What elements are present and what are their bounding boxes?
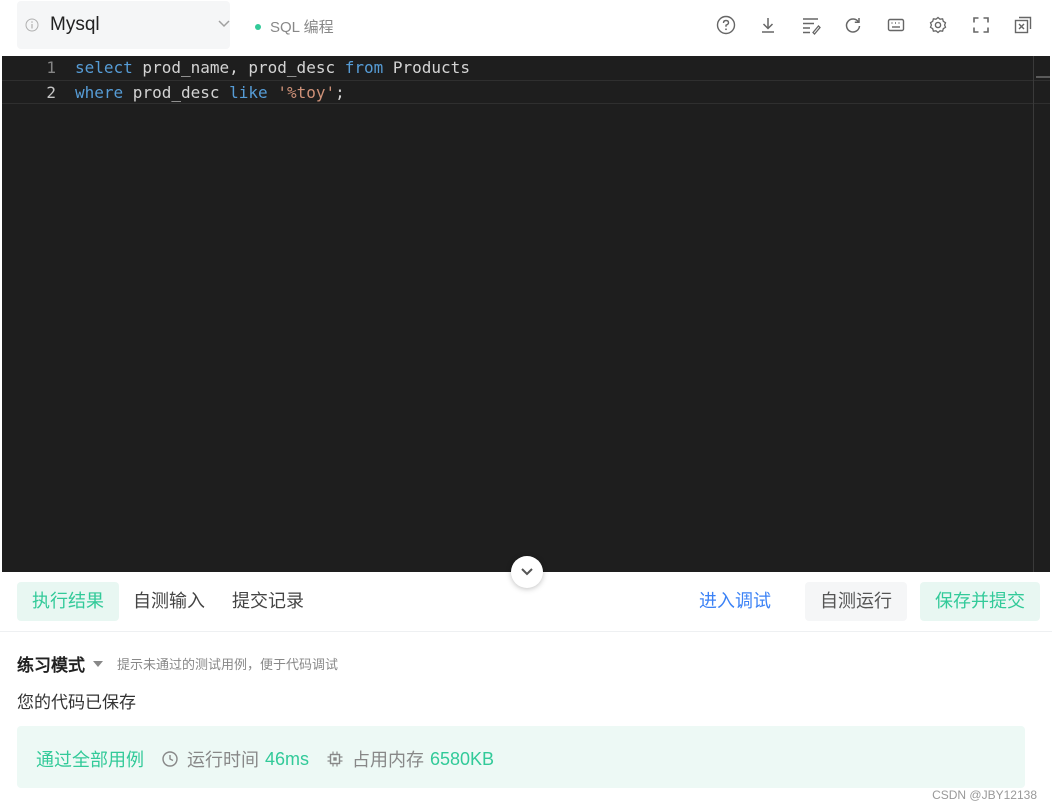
code-line: 1 select prod_name, prod_desc from Produ… (2, 56, 1050, 80)
editor-toolbar: Mysql SQL 编程 (0, 0, 1052, 56)
sql-keyword: where (75, 83, 124, 102)
language-select[interactable]: Mysql (17, 1, 230, 49)
code-text[interactable]: select prod_name, prod_desc from Product… (75, 56, 470, 80)
debug-button[interactable]: 进入调试 (684, 582, 786, 621)
collapse-panel-button[interactable] (511, 556, 543, 588)
chip-icon (327, 751, 343, 767)
language-label: Mysql (50, 14, 100, 35)
sql-keyword: from (344, 58, 384, 77)
clock-icon (162, 751, 178, 767)
line-number: 1 (46, 58, 56, 77)
status-dot (255, 23, 261, 30)
memory-label: 占用内存 (352, 750, 424, 770)
format-icon[interactable] (800, 14, 822, 36)
run-time: 运行时间 46ms (161, 746, 309, 772)
watermark: CSDN @JBY12138 (932, 788, 1037, 802)
sql-identifier: ; (335, 83, 345, 102)
self-test-run-button[interactable]: 自测运行 (805, 582, 907, 621)
sql-string: '%toy' (277, 83, 336, 102)
fullscreen-icon[interactable] (970, 14, 992, 36)
code-editor[interactable]: 1 select prod_name, prod_desc from Produ… (2, 56, 1050, 572)
chevron-down-icon (521, 568, 533, 576)
sql-keyword: like (229, 83, 268, 102)
practice-mode-label: 练习模式 (17, 656, 85, 675)
ruler-line (1033, 56, 1034, 572)
code-text[interactable]: where prod_desc like '%toy'; (75, 81, 345, 105)
memory-value: 6580KB (430, 748, 495, 769)
saved-message: 您的代码已保存 (17, 693, 136, 712)
pass-status: 通过全部用例 (36, 750, 144, 770)
reset-icon[interactable] (842, 14, 864, 36)
line-number: 2 (46, 83, 56, 102)
sql-keyword: select (75, 58, 133, 77)
save-and-submit-button[interactable]: 保存并提交 (920, 582, 1040, 621)
tab-execution-result[interactable]: 执行结果 (17, 582, 119, 621)
tab-submission-history[interactable]: 提交记录 (217, 582, 319, 621)
mode-indicator: SQL 编程 (255, 16, 334, 37)
memory-usage: 占用内存 6580KB (326, 746, 494, 772)
sql-identifier: prod_desc (123, 83, 230, 102)
sql-identifier: Products (383, 58, 470, 77)
help-icon[interactable] (715, 14, 737, 36)
download-icon[interactable] (757, 14, 779, 36)
tab-custom-input[interactable]: 自测输入 (118, 582, 220, 621)
keyboard-icon[interactable] (885, 14, 907, 36)
practice-mode-hint: 提示未通过的测试用例，便于代码调试 (117, 657, 339, 672)
info-icon (25, 18, 39, 32)
scrollbar-marker[interactable] (1036, 76, 1050, 78)
code-line-current: 2 where prod_desc like '%toy'; (2, 80, 1050, 104)
run-time-label: 运行时间 (187, 750, 259, 770)
run-time-value: 46ms (265, 748, 310, 769)
chevron-down-icon (218, 20, 230, 28)
settings-icon[interactable] (927, 14, 949, 36)
practice-mode-dropdown[interactable]: 练习模式 提示未通过的测试用例，便于代码调试 (17, 651, 338, 676)
close-panel-icon[interactable] (1012, 14, 1034, 36)
sql-identifier (268, 83, 278, 102)
caret-down-icon (93, 660, 103, 667)
mode-label: SQL 编程 (270, 19, 334, 36)
sql-identifier: prod_name, prod_desc (132, 58, 345, 77)
result-summary: 通过全部用例 运行时间 46ms 占用内存 6580KB (17, 726, 1025, 788)
